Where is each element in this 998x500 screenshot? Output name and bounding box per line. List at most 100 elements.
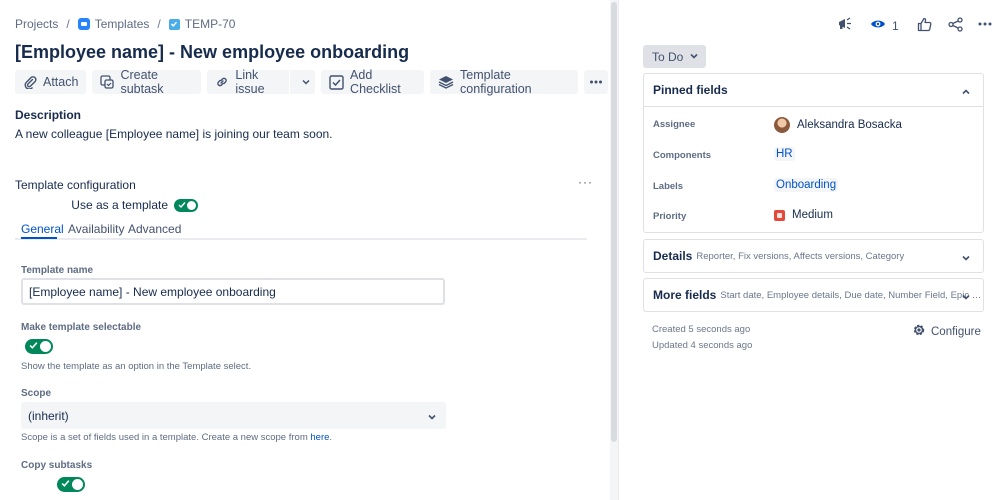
component-hr: HR [774, 147, 795, 161]
check-icon [178, 201, 186, 208]
avatar [774, 117, 790, 133]
feedback-megaphone-icon[interactable] [837, 16, 853, 35]
pinned-fields-body: Assignee Aleksandra Bosacka Components H… [644, 106, 983, 232]
copy-subtasks-label: Copy subtasks [21, 460, 93, 471]
eye-icon [870, 18, 886, 33]
template-configuration-button[interactable]: Template configuration [430, 68, 578, 96]
chevron-up-icon [961, 86, 971, 100]
make-selectable-toggle[interactable] [25, 339, 53, 354]
check-icon [61, 480, 70, 487]
copy-subtasks-toggle[interactable] [56, 477, 85, 492]
link-issue-label: Link issue [235, 68, 265, 96]
more-fields-heading: More fields [653, 288, 717, 302]
assignee-label: Assignee [653, 119, 696, 130]
priority-value[interactable]: Medium [774, 209, 833, 221]
breadcrumb-projects[interactable]: Projects [15, 17, 58, 31]
breadcrumb-separator: / [157, 17, 161, 31]
attach-label: Attach [43, 75, 79, 89]
labels-value[interactable]: Onboarding [774, 178, 839, 192]
scope-help: Scope is a set of fields used in a templ… [21, 432, 332, 443]
description-text[interactable]: A new colleague [Employee name] is joini… [15, 127, 333, 141]
pane-divider[interactable] [618, 0, 619, 500]
scrollbar-thumb[interactable] [611, 2, 617, 442]
use-as-template-label: Use as a template [71, 198, 168, 212]
tab-availability[interactable]: Availability [68, 222, 124, 236]
paperclip-icon [23, 75, 37, 89]
thumbs-up-icon[interactable] [917, 17, 932, 35]
labels-label: Labels [653, 181, 684, 192]
subtask-icon [100, 75, 115, 89]
checkbox-icon [329, 74, 344, 90]
issue-actions: 1 [837, 16, 992, 35]
watch-button[interactable]: 1 [870, 18, 899, 33]
tab-advanced[interactable]: Advanced [128, 222, 181, 236]
scope-help-link[interactable]: here [310, 432, 329, 443]
configure-label: Configure [931, 325, 981, 338]
share-icon[interactable] [948, 16, 963, 35]
components-label: Components [653, 150, 712, 161]
breadcrumb: Projects / Templates / TEMP-70 [15, 17, 235, 31]
more-horizontal-icon[interactable] [978, 17, 992, 34]
details-summary: Reporter, Fix versions, Affects versions… [696, 250, 905, 262]
status-label: To Do [652, 49, 684, 64]
issue-toolbar: Attach Create subtask Link issue Add Che… [15, 68, 608, 96]
link-icon [215, 75, 229, 89]
created-timestamp: Created 5 seconds ago [652, 324, 751, 335]
attach-button[interactable]: Attach [15, 70, 87, 94]
add-checklist-button[interactable]: Add Checklist [321, 68, 425, 96]
more-fields-header[interactable]: More fields Start date, Employee details… [644, 279, 983, 311]
use-as-template-row: Use as a template [71, 198, 198, 212]
details-header[interactable]: Details Reporter, Fix versions, Affects … [644, 240, 983, 272]
more-fields-panel[interactable]: More fields Start date, Employee details… [643, 278, 984, 312]
pinned-fields-panel: Pinned fields Assignee Aleksandra Bosack… [643, 73, 984, 233]
create-subtask-button[interactable]: Create subtask [92, 68, 202, 96]
link-issue-main[interactable]: Link issue [207, 68, 290, 96]
issue-title[interactable]: [Employee name] - New employee onboardin… [15, 42, 409, 63]
status-dropdown-button[interactable]: To Do [643, 45, 706, 68]
assignee-value[interactable]: Aleksandra Bosacka [774, 117, 902, 133]
assignee-name: Aleksandra Bosacka [797, 119, 902, 131]
details-heading: Details [653, 249, 693, 263]
link-issue-button[interactable]: Link issue [207, 68, 316, 96]
details-panel[interactable]: Details Reporter, Fix versions, Affects … [643, 239, 984, 273]
description-heading: Description [15, 108, 82, 122]
priority-name: Medium [792, 209, 833, 221]
more-actions-button[interactable] [584, 70, 608, 94]
pinned-fields-header[interactable]: Pinned fields [644, 74, 983, 106]
more-fields-summary: Start date, Employee details, Due date, … [720, 289, 983, 301]
breadcrumb-templates-label: Templates [94, 17, 150, 31]
scope-help-suffix: . [329, 432, 333, 443]
chevron-down-icon [427, 411, 437, 425]
use-as-template-toggle[interactable] [174, 198, 198, 212]
breadcrumb-templates[interactable]: Templates [77, 17, 150, 31]
gear-icon [912, 323, 926, 340]
scope-select[interactable]: (inherit) [21, 402, 446, 429]
tab-general[interactable]: General [21, 222, 64, 236]
chevron-down-icon [689, 50, 699, 64]
components-value[interactable]: HR [774, 147, 795, 161]
breadcrumb-issue-key[interactable]: TEMP-70 [168, 17, 235, 31]
toggle-knob [71, 479, 83, 490]
scope-help-text: Scope is a set of fields used in a templ… [21, 432, 311, 443]
task-icon [168, 18, 180, 30]
template-name-input[interactable]: [Employee name] - New employee onboardin… [21, 278, 445, 305]
main-pane-scrollbar[interactable] [610, 0, 618, 500]
pinned-fields-heading: Pinned fields [653, 83, 728, 97]
watch-count: 1 [892, 18, 899, 33]
template-config-tabs: General Availability Advanced [15, 220, 587, 240]
template-config-more-button[interactable]: ··· [578, 175, 593, 189]
chevron-down-icon [961, 291, 971, 305]
priority-medium-icon [774, 209, 785, 221]
project-icon [77, 18, 90, 30]
link-issue-dropdown[interactable] [296, 70, 315, 94]
chevron-down-icon [301, 77, 311, 87]
scope-select-value: (inherit) [28, 409, 69, 423]
scope-label: Scope [21, 388, 52, 399]
updated-timestamp: Updated 4 seconds ago [652, 340, 753, 351]
template-name-label: Template name [21, 265, 94, 276]
priority-label: Priority [653, 211, 687, 222]
label-onboarding: Onboarding [774, 178, 839, 192]
template-configuration-label: Template configuration [460, 68, 532, 96]
more-horizontal-icon [589, 75, 603, 89]
configure-button[interactable]: Configure [912, 323, 981, 340]
